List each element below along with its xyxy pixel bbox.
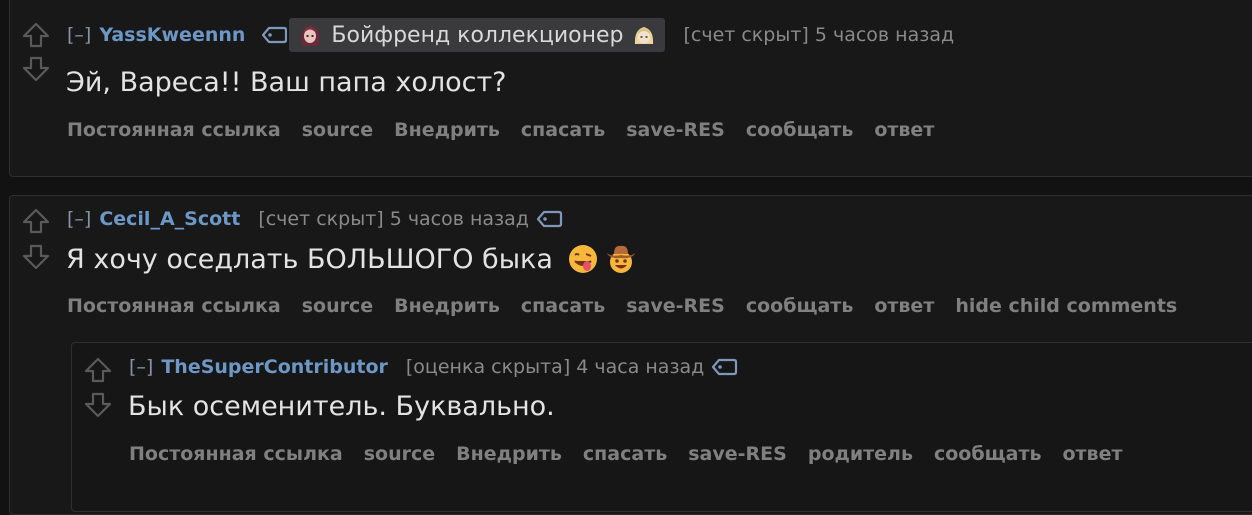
flair-character-icon [631,22,658,48]
save-button[interactable]: спасать [583,443,667,465]
embed-button[interactable]: Внедрить [394,119,500,141]
comment-buttons: Постоянная ссылка source Внедрить спасат… [129,443,1143,465]
downvote-arrow-icon[interactable] [84,392,112,418]
flair-text: Бойфренд коллекционер [331,22,624,48]
face-savoring-food-emoji-icon [568,245,597,273]
author-link[interactable]: YassKweennn [99,24,245,46]
comment-buttons: Постоянная ссылка source Внедрить спасат… [67,295,1198,317]
save-button[interactable]: спасать [521,295,605,317]
downvote-arrow-icon[interactable] [22,244,50,270]
permalink-button[interactable]: Постоянная ссылка [67,119,281,141]
user-tag-icon[interactable] [535,210,563,228]
comment-body: Эй, Вареса!! Ваш папа холост? [66,67,507,98]
flair-character-icon [297,22,324,48]
report-button[interactable]: сообщать [934,443,1042,465]
comment-buttons: Постоянная ссылка source Внедрить спасат… [67,119,955,141]
comment-tagline: [–] Cecil_A_Scott [счет скрыт] 5 часов н… [67,204,563,234]
upvote-arrow-icon[interactable] [22,208,50,234]
permalink-button[interactable]: Постоянная ссылка [67,295,281,317]
embed-button[interactable]: Внедрить [456,443,562,465]
reply-button[interactable]: ответ [874,119,934,141]
collapse-toggle[interactable]: [–] [67,24,91,46]
user-flair: Бойфренд коллекционер [289,18,666,52]
save-res-button[interactable]: save-RES [626,119,725,141]
score-hidden: [счет скрыт] [258,208,384,230]
upvote-arrow-icon[interactable] [22,22,50,48]
timestamp: 5 часов назад [814,24,955,46]
user-tag-icon[interactable] [710,358,738,376]
comment-tagline: [–] YassKweennn Бойфренд коллекционер [с… [67,18,954,52]
author-link[interactable]: Cecil_A_Scott [99,208,240,230]
comment-body-row: Я хочу оседлать БОЛЬШОГО быка [66,243,637,275]
comment-body: Бык осеменитель. Буквально. [128,391,555,422]
score-hidden: [оценка скрыта] [405,356,571,378]
collapse-toggle[interactable]: [–] [67,208,91,230]
save-button[interactable]: спасать [521,119,605,141]
collapse-toggle[interactable]: [–] [129,356,153,378]
report-button[interactable]: сообщать [746,295,854,317]
cowboy-hat-face-emoji-icon [606,245,635,273]
score-hidden: [счет скрыт] [683,24,809,46]
reply-button[interactable]: ответ [1062,443,1122,465]
user-tag-icon[interactable] [261,26,288,44]
reply-button[interactable]: ответ [874,295,934,317]
hide-child-comments-button[interactable]: hide child comments [955,295,1177,317]
permalink-button[interactable]: Постоянная ссылка [129,443,343,465]
comment-body: Я хочу оседлать БОЛЬШОГО быка [66,243,553,275]
upvote-arrow-icon[interactable] [84,357,112,383]
source-button[interactable]: source [302,295,373,317]
downvote-arrow-icon[interactable] [22,56,50,82]
source-button[interactable]: source [364,443,435,465]
comment-tagline: [–] TheSuperContributor [оценка скрыта] … [129,352,738,382]
author-link[interactable]: TheSuperContributor [161,356,388,378]
save-res-button[interactable]: save-RES [688,443,787,465]
save-res-button[interactable]: save-RES [626,295,725,317]
timestamp: 5 часов назад [389,208,529,230]
timestamp: 4 часа назад [576,356,705,378]
report-button[interactable]: сообщать [746,119,854,141]
embed-button[interactable]: Внедрить [394,295,500,317]
source-button[interactable]: source [302,119,373,141]
parent-button[interactable]: родитель [808,443,913,465]
